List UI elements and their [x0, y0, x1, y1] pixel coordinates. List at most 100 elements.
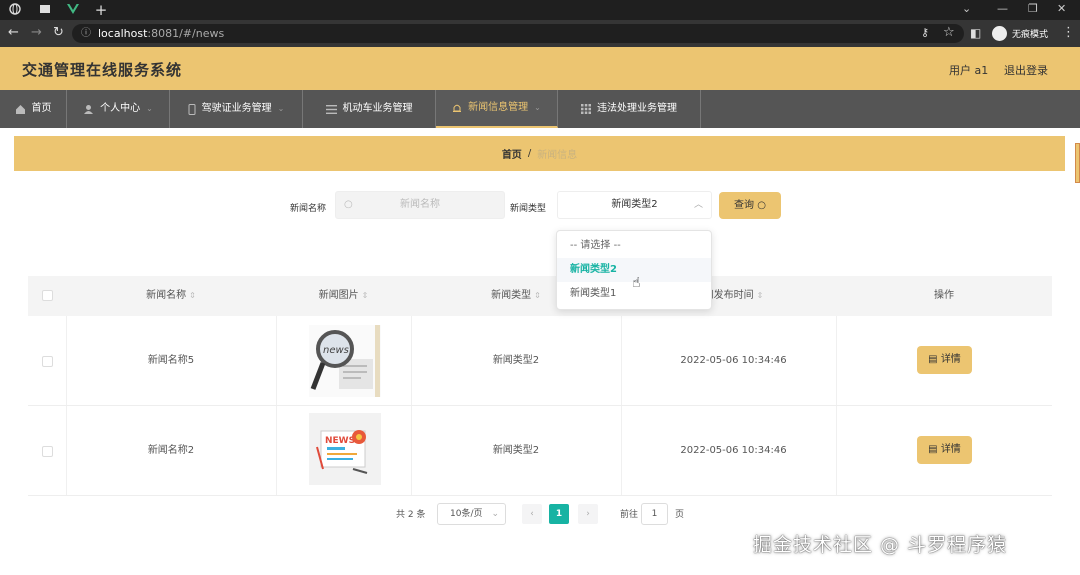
main-nav: 首页 个人中心 ⌄ 驾驶证业务管理 ⌄ 机动车业务管理 新闻信息管理 ⌄ 违法处理业务…: [0, 90, 1080, 128]
row-checkbox[interactable]: [42, 446, 53, 457]
breadcrumb-current: 新闻信息: [537, 150, 578, 161]
logout-link[interactable]: 退出登录: [1004, 62, 1048, 78]
sort-icon: ⇕: [361, 291, 369, 300]
type-label: 新闻类型: [510, 204, 547, 214]
close-window-icon[interactable]: ✕: [1057, 2, 1066, 15]
bell-icon: [453, 104, 462, 112]
row-checkbox[interactable]: [42, 356, 53, 367]
chevron-down-icon: ⌄: [277, 104, 285, 113]
news-time-cell: 2022-05-06 10:34:46: [680, 355, 787, 366]
chevron-down-icon: ⌄: [534, 103, 541, 112]
dropdown-option-placeholder[interactable]: -- 请选择 --: [557, 234, 711, 258]
nav-item-license[interactable]: 驾驶证业务管理 ⌄: [170, 90, 303, 128]
svg-text:news: news: [323, 345, 349, 356]
news-thumbnail[interactable]: NEWS: [309, 413, 381, 485]
news-type-dropdown: -- 请选择 -- 新闻类型2 新闻类型1: [556, 230, 712, 310]
back-icon[interactable]: ←: [8, 25, 19, 41]
nav-item-news[interactable]: 新闻信息管理 ⌄: [436, 90, 558, 128]
window-icon[interactable]: [38, 3, 52, 17]
news-name-placeholder: 新闻名称: [400, 199, 440, 210]
goto-suffix: 页: [675, 510, 685, 520]
news-thumbnail[interactable]: news: [309, 325, 381, 397]
chevron-down-icon: ⌄: [146, 104, 153, 113]
news-name-cell: 新闻名称2: [147, 445, 195, 456]
breadcrumb: 首页 / 新闻信息: [14, 136, 1065, 171]
news-name-cell: 新闻名称5: [147, 355, 195, 366]
query-button[interactable]: 查询 ○: [719, 192, 781, 219]
hand-cursor-icon: ☝: [632, 275, 641, 291]
nav-item-label: 首页: [31, 103, 52, 114]
news-name-input[interactable]: ○ 新闻名称: [335, 191, 505, 219]
sort-icon: ⇕: [189, 291, 196, 300]
user-icon: [84, 104, 94, 114]
vue-logo-icon[interactable]: [66, 3, 80, 17]
phone-icon: [188, 103, 196, 115]
user-label: 用户 a1: [949, 64, 989, 77]
url-path: :8081/#/news: [147, 27, 225, 40]
search-icon: ○: [344, 199, 353, 210]
chevron-up-icon: ︿: [693, 200, 703, 210]
goto-label: 前往: [620, 510, 639, 520]
breadcrumb-home[interactable]: 首页: [502, 146, 522, 161]
pager-total: 共 2 条: [396, 510, 426, 520]
detail-button[interactable]: ▤ 详情: [917, 346, 972, 374]
col-header-action: 操作: [934, 290, 954, 301]
table-row: 新闻名称5 news 新闻类型2 2022-05-06 10:34:46 ▤ 详…: [28, 316, 1052, 406]
news-type-cell: 新闻类型2: [492, 355, 540, 366]
col-header-name[interactable]: 新闻名称 ⇕: [66, 276, 276, 316]
page-size-value: 10条/页: [450, 509, 483, 519]
home-icon: [15, 104, 25, 114]
key-icon[interactable]: ⚷: [921, 25, 929, 41]
nav-item-vehicle[interactable]: 机动车业务管理: [303, 90, 436, 128]
nav-item-violation[interactable]: 违法处理业务管理: [558, 90, 701, 128]
nav-item-home[interactable]: 首页: [0, 90, 67, 128]
app-header: 交通管理在线服务系统 用户 a1 退出登录: [0, 47, 1080, 90]
chevron-down-icon[interactable]: ⌄: [962, 2, 971, 15]
prev-page-button[interactable]: ‹: [522, 504, 542, 524]
detail-button[interactable]: ▤ 详情: [917, 436, 972, 464]
nav-item-profile[interactable]: 个人中心 ⌄: [67, 90, 170, 128]
document-icon: ▤: [928, 354, 938, 365]
table-row: 新闻名称2 NEWS 新闻类型2 2022-05-06 10:34:46 ▤ 详…: [28, 406, 1052, 496]
next-page-button[interactable]: ›: [578, 504, 598, 524]
news-type-cell: 新闻类型2: [492, 445, 540, 456]
new-tab-icon[interactable]: +: [94, 3, 108, 18]
side-scroll-tab[interactable]: [1075, 143, 1080, 183]
svg-text:NEWS: NEWS: [325, 436, 355, 446]
page-1-button[interactable]: 1: [549, 504, 569, 524]
star-icon[interactable]: ☆: [943, 25, 955, 41]
sort-icon: ⇕: [756, 291, 764, 300]
site-info-icon[interactable]: ⓘ: [81, 24, 91, 43]
restore-icon[interactable]: ❐: [1028, 2, 1038, 15]
news-type-select[interactable]: 新闻类型2 ︿: [557, 191, 712, 219]
nav-item-label: 违法处理业务管理: [597, 103, 677, 114]
incognito-icon[interactable]: [992, 26, 1007, 41]
news-type-value: 新闻类型2: [611, 199, 658, 210]
query-button-label: 查询: [734, 200, 755, 211]
name-label: 新闻名称: [290, 204, 327, 214]
minimize-icon[interactable]: —: [997, 2, 1008, 15]
nav-item-label: 机动车业务管理: [342, 103, 413, 114]
watermark: 掘金技术社区 @ 斗罗程序猿: [753, 534, 1008, 556]
nav-item-label: 新闻信息管理: [468, 102, 529, 113]
select-all-checkbox[interactable]: [42, 290, 53, 301]
col-header-image[interactable]: 新闻图片 ⇕: [276, 276, 411, 316]
browser-tab-strip: + ⌄ — ❐ ✕: [0, 0, 1080, 20]
news-time-cell: 2022-05-06 10:34:46: [680, 445, 787, 456]
news-table: 新闻名称 ⇕ 新闻图片 ⇕ 新闻类型 ⇕ 新闻发布时间 ⇕ 操作 新闻名称5 news …: [28, 276, 1052, 498]
globe-icon[interactable]: [8, 3, 22, 17]
address-bar[interactable]: ⓘ localhost:8081/#/news: [72, 24, 964, 43]
goto-page-input[interactable]: 1: [641, 503, 668, 525]
sort-icon: ⇕: [534, 291, 541, 300]
grid-icon: [581, 104, 591, 114]
list-icon: [325, 104, 337, 114]
reload-icon[interactable]: ↻: [53, 25, 64, 41]
nav-item-label: 驾驶证业务管理: [201, 103, 272, 114]
table-header: 新闻名称 ⇕ 新闻图片 ⇕ 新闻类型 ⇕ 新闻发布时间 ⇕ 操作: [28, 276, 1052, 316]
breadcrumb-separator: /: [527, 148, 532, 159]
sidepanel-icon[interactable]: ◧: [970, 25, 981, 41]
forward-icon[interactable]: →: [31, 25, 42, 41]
more-menu-icon[interactable]: ⋮: [1062, 25, 1075, 41]
url-host: localhost: [98, 27, 148, 40]
page-size-select[interactable]: 10条/页 ⌄: [437, 503, 506, 525]
